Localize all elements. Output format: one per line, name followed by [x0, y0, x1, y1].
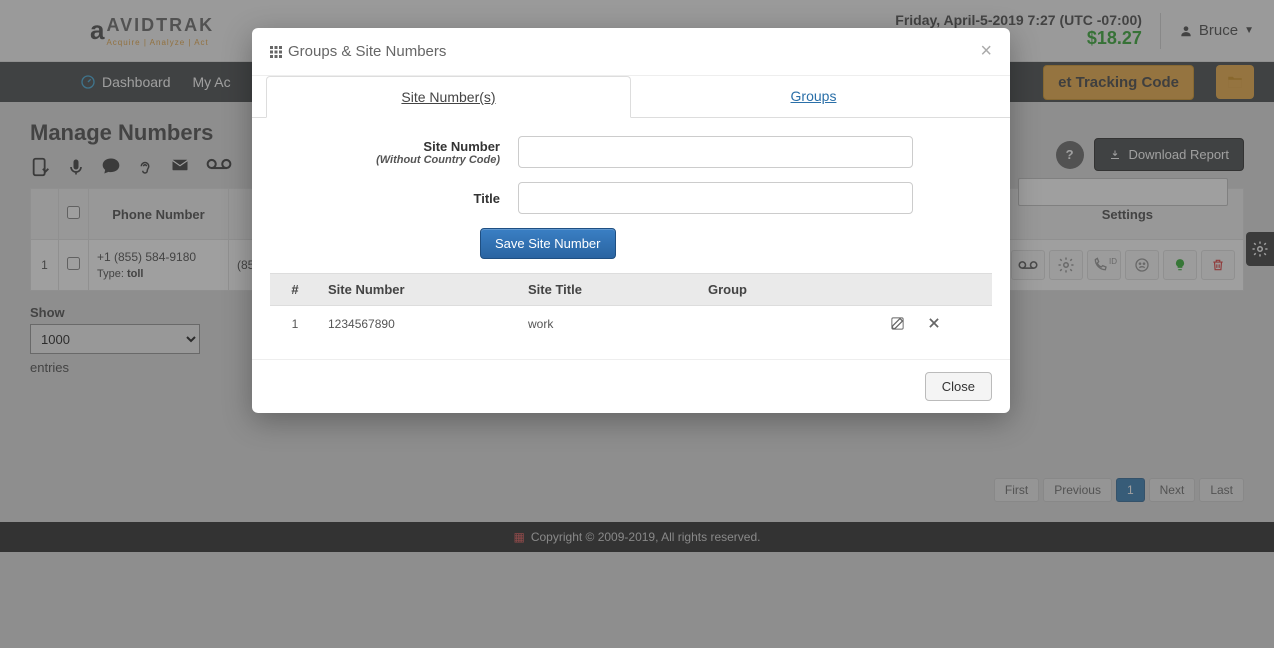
- close-button[interactable]: Close: [925, 372, 992, 401]
- site-number-input[interactable]: [518, 136, 913, 168]
- site-row-number: 1234567890: [320, 306, 520, 342]
- col-num: #: [270, 274, 320, 306]
- col-site-number: Site Number: [320, 274, 520, 306]
- site-row-idx: 1: [270, 306, 320, 342]
- tab-site-numbers[interactable]: Site Number(s): [266, 76, 631, 118]
- site-number-label: Site Number (Without Country Code): [270, 139, 500, 166]
- modal-title: Groups & Site Numbers: [270, 43, 446, 60]
- title-input[interactable]: [518, 182, 913, 214]
- groups-site-numbers-modal: Groups & Site Numbers × Site Number(s) G…: [252, 28, 1010, 413]
- title-label: Title: [270, 191, 500, 206]
- grid-icon: [270, 46, 282, 58]
- col-group: Group: [700, 274, 882, 306]
- col-site-title: Site Title: [520, 274, 700, 306]
- tab-groups[interactable]: Groups: [631, 76, 996, 117]
- site-row-group: [700, 306, 882, 342]
- site-row: 1 1234567890 work: [270, 306, 992, 342]
- edit-icon[interactable]: [890, 316, 905, 331]
- delete-icon[interactable]: [927, 316, 941, 331]
- site-row-title: work: [520, 306, 700, 342]
- site-numbers-table: # Site Number Site Title Group 1 1234567…: [270, 273, 992, 341]
- save-site-number-button[interactable]: Save Site Number: [480, 228, 616, 259]
- close-icon[interactable]: ×: [980, 40, 992, 63]
